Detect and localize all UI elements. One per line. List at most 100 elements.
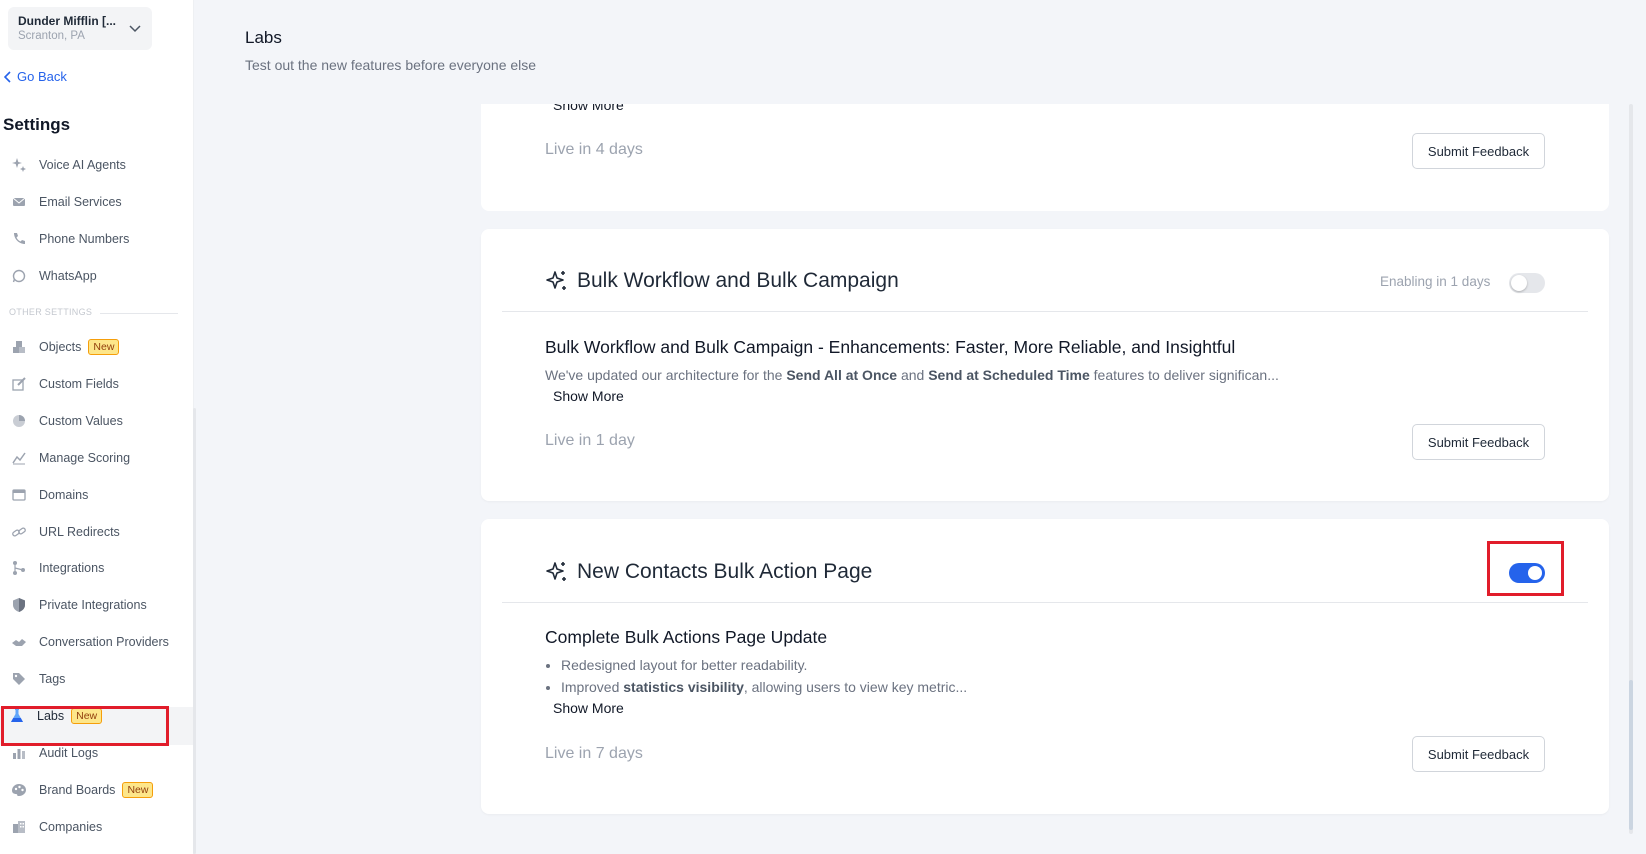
sidebar-item-label: Custom Values: [39, 414, 123, 428]
pie-icon: [10, 412, 28, 430]
sidebar-item-label: Manage Scoring: [39, 451, 131, 465]
feature-card-title: Bulk Workflow and Bulk Campaign: [545, 269, 899, 293]
live-status: Live in 1 day: [545, 432, 635, 449]
feature-bullet: Improved statistics visibility, allowing…: [561, 676, 967, 698]
sidebar-item-label: URL Redirects: [39, 525, 120, 539]
sidebar-item-label: Phone Numbers: [39, 232, 130, 246]
toggle-knob: [1511, 275, 1527, 291]
sidebar-item-voice-ai-agents[interactable]: Voice AI Agents: [10, 154, 126, 176]
go-back-label: Go Back: [17, 69, 67, 84]
sidebar-item-integrations[interactable]: Integrations: [10, 557, 104, 579]
sidebar-item-objects[interactable]: Objects New: [10, 336, 120, 358]
go-back-link[interactable]: Go Back: [4, 69, 67, 84]
sidebar-item-label: Custom Fields: [39, 377, 119, 391]
feature-description: We've updated our architecture for the S…: [545, 367, 1279, 383]
bar-chart-icon: [10, 744, 28, 762]
main-scrollbar-thumb[interactable]: [1629, 680, 1633, 830]
card-divider: [502, 602, 1588, 603]
feature-bullet-list: Redesigned layout for better readability…: [545, 654, 967, 698]
sidebar-item-conversation-providers[interactable]: Conversation Providers: [10, 631, 169, 653]
show-more-link[interactable]: Show More: [553, 388, 624, 404]
shield-icon: [10, 596, 28, 614]
bullet-bold: statistics visibility: [623, 679, 744, 695]
sidebar-item-label: Integrations: [39, 561, 105, 575]
highlight-box-toggle: [1487, 541, 1564, 596]
feature-title-text: Bulk Workflow and Bulk Campaign: [577, 269, 899, 292]
building-icon: [10, 818, 28, 836]
chevron-left-icon: [4, 70, 11, 83]
desc-text: and: [897, 367, 929, 383]
chevron-down-icon: [129, 25, 141, 33]
handshake-icon: [10, 633, 28, 651]
account-name: Dunder Mifflin [...: [18, 14, 116, 28]
sidebar-item-label: Brand Boards: [39, 783, 116, 797]
desc-bold: Send at Scheduled Time: [928, 367, 1090, 383]
sidebar-item-brand-boards[interactable]: Brand Boards New: [10, 779, 154, 801]
chart-icon: [10, 449, 28, 467]
sidebar-item-label: Voice AI Agents: [39, 158, 126, 172]
page-title: Labs: [245, 28, 282, 47]
live-status: Live in 4 days: [545, 141, 643, 158]
submit-feedback-button[interactable]: Submit Feedback: [1412, 424, 1545, 460]
sidebar-scrollbar[interactable]: [193, 408, 196, 854]
sidebar-item-tags[interactable]: Tags: [10, 668, 65, 690]
sparkle-icon: [546, 562, 566, 581]
bullet-text: , allowing users to view key metric...: [743, 679, 968, 695]
show-more-link[interactable]: Show More: [553, 700, 624, 716]
sidebar-item-custom-values[interactable]: Custom Values: [10, 410, 123, 432]
card-divider: [502, 311, 1588, 312]
phone-icon: [10, 230, 28, 248]
submit-feedback-button[interactable]: Submit Feedback: [1412, 736, 1545, 772]
new-badge: New: [122, 782, 154, 798]
sidebar-item-custom-fields[interactable]: Custom Fields: [10, 373, 119, 395]
feature-title-text: New Contacts Bulk Action Page: [577, 560, 873, 583]
live-status: Live in 7 days: [545, 745, 643, 762]
sidebar-item-whatsapp[interactable]: WhatsApp: [10, 265, 97, 287]
account-location: Scranton, PA: [18, 30, 85, 42]
sidebar-item-label: Companies: [39, 820, 103, 834]
new-badge: New: [88, 339, 120, 355]
page-subtitle: Test out the new features before everyon…: [245, 57, 537, 73]
enabling-status: Enabling in 1 days: [1380, 274, 1491, 289]
tag-icon: [10, 670, 28, 688]
submit-feedback-button[interactable]: Submit Feedback: [1412, 133, 1545, 169]
settings-title: Settings: [3, 115, 71, 134]
edit-icon: [10, 375, 28, 393]
objects-icon: [10, 338, 28, 356]
browser-icon: [10, 486, 28, 504]
sparkle-icon: [10, 156, 28, 174]
feature-heading: Bulk Workflow and Bulk Campaign - Enhanc…: [545, 337, 1236, 357]
section-divider: [100, 313, 178, 314]
highlight-box-labs: [1, 706, 169, 746]
sidebar-item-label: Conversation Providers: [39, 635, 169, 649]
sidebar: Dunder Mifflin [... Scranton, PA Go Back…: [0, 0, 194, 854]
sidebar-item-label: WhatsApp: [39, 269, 97, 283]
sidebar-item-label: Private Integrations: [39, 598, 147, 612]
palette-icon: [10, 781, 28, 799]
sidebar-item-audit-logs[interactable]: Audit Logs: [10, 742, 98, 764]
show-more-link[interactable]: Show More: [553, 104, 624, 113]
whatsapp-icon: [10, 267, 28, 285]
sparkle-icon: [546, 271, 566, 290]
feature-toggle-bulk-workflow[interactable]: [1509, 273, 1545, 293]
sidebar-item-label: Domains: [39, 488, 89, 502]
sidebar-item-private-integrations[interactable]: Private Integrations: [10, 594, 147, 616]
feature-card-title: New Contacts Bulk Action Page: [545, 560, 872, 584]
sidebar-item-label: Email Services: [39, 195, 122, 209]
sidebar-item-url-redirects[interactable]: URL Redirects: [10, 521, 120, 543]
bullet-text: Redesigned layout for better readability…: [561, 657, 808, 673]
desc-bold: Send All at Once: [786, 367, 898, 383]
mail-icon: [10, 193, 28, 211]
integration-icon: [10, 559, 28, 577]
desc-text: features to deliver significan...: [1089, 367, 1279, 383]
bullet-text: Improved: [561, 679, 624, 695]
sidebar-item-phone-numbers[interactable]: Phone Numbers: [10, 228, 129, 250]
sidebar-item-label: Audit Logs: [39, 746, 99, 760]
sidebar-item-companies[interactable]: Companies: [10, 816, 102, 838]
link-icon: [10, 523, 28, 541]
sidebar-item-manage-scoring[interactable]: Manage Scoring: [10, 447, 130, 469]
account-switcher[interactable]: Dunder Mifflin [... Scranton, PA: [8, 7, 152, 50]
desc-text: We've updated our architecture for the: [545, 367, 787, 383]
sidebar-item-domains[interactable]: Domains: [10, 484, 88, 506]
sidebar-item-email-services[interactable]: Email Services: [10, 191, 122, 213]
